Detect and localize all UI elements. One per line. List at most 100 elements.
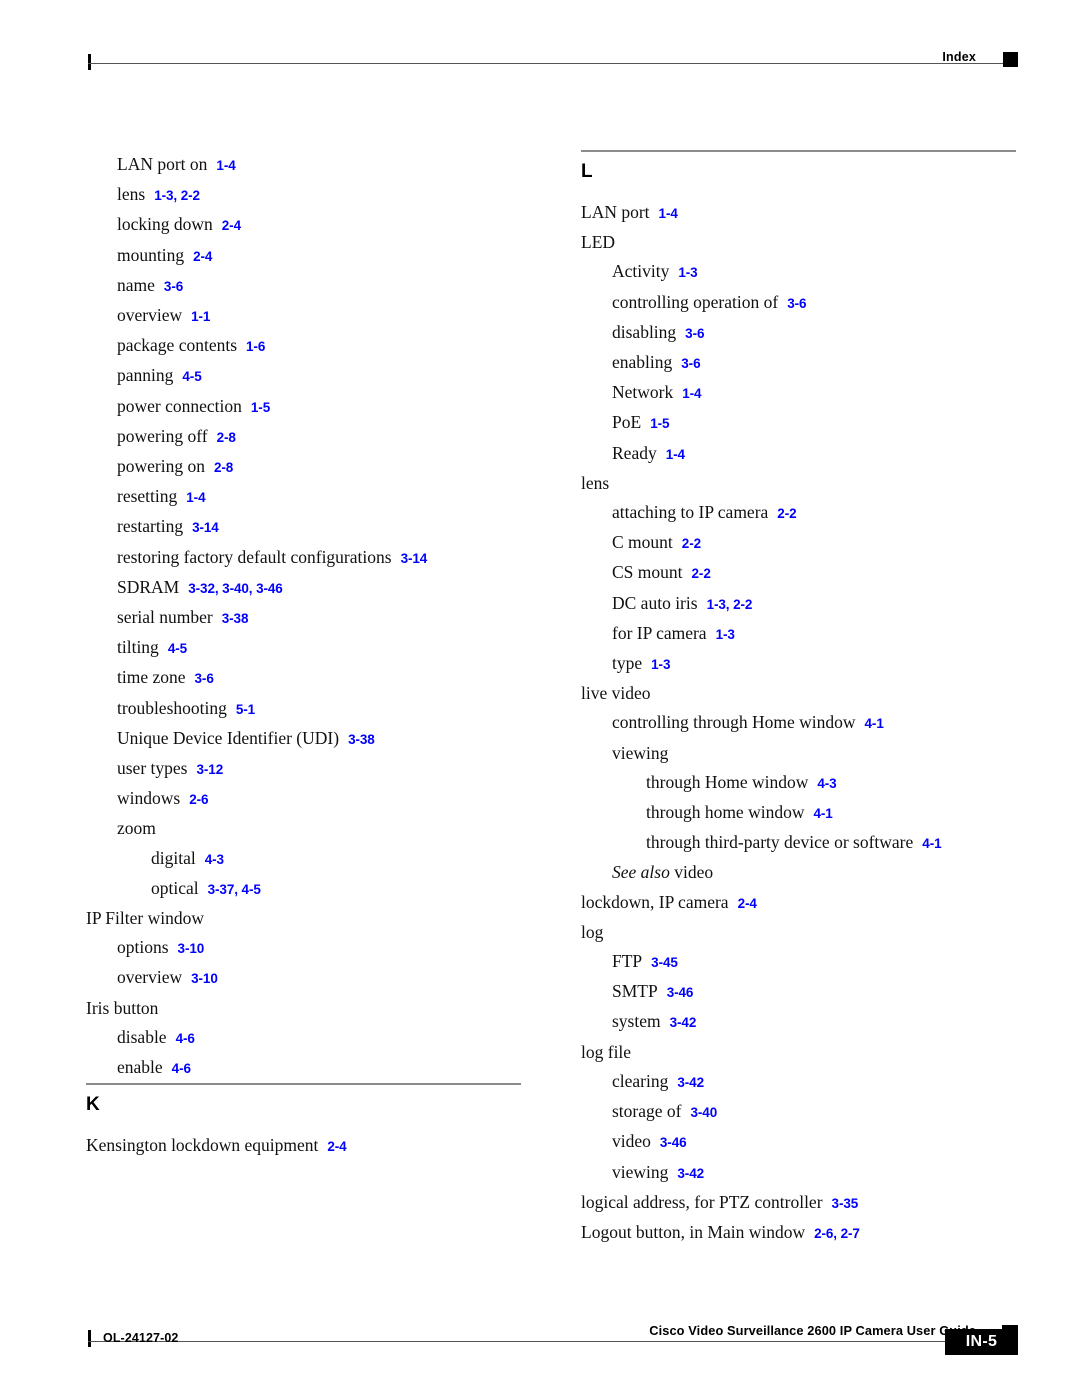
index-page-reference[interactable]: 1-4: [216, 158, 235, 173]
index-entry: optical 3-37, 4-5: [86, 874, 524, 904]
index-page-reference[interactable]: 3-46: [667, 985, 694, 1000]
index-entry-term: FTP: [612, 951, 643, 972]
index-page-reference[interactable]: 2-2: [777, 506, 796, 521]
see-also-label: See also: [612, 862, 670, 883]
index-page-reference[interactable]: 4-6: [176, 1031, 195, 1046]
index-entry: system 3-42: [581, 1007, 1019, 1037]
index-page-reference[interactable]: 3-38: [348, 732, 375, 747]
index-page-reference[interactable]: 3-6: [787, 296, 806, 311]
index-page-reference[interactable]: 4-5: [182, 369, 201, 384]
index-page-reference[interactable]: 1-5: [251, 400, 270, 415]
index-entry: CS mount 2-2: [581, 558, 1019, 588]
index-page-reference[interactable]: 1-3: [678, 265, 697, 280]
header-label: Index: [942, 50, 976, 64]
index-page-reference[interactable]: 3-45: [651, 955, 678, 970]
index-entry: through home window 4-1: [581, 798, 1019, 828]
see-also-target: video: [669, 862, 714, 883]
index-entry-term: Activity: [612, 261, 670, 282]
index-page-reference[interactable]: 2-8: [217, 430, 236, 445]
index-page-reference[interactable]: 1-3: [651, 657, 670, 672]
index-page-reference[interactable]: 3-42: [677, 1075, 704, 1090]
index-page-reference[interactable]: 4-5: [168, 641, 187, 656]
index-page-reference[interactable]: 3-42: [677, 1166, 704, 1181]
index-page-reference[interactable]: 3-46: [660, 1135, 687, 1150]
index-page-reference[interactable]: 3-12: [196, 762, 223, 777]
index-entry-term: storage of: [612, 1101, 682, 1122]
index-entry: log: [581, 918, 1019, 947]
index-entry: FTP 3-45: [581, 947, 1019, 977]
index-entry: LED: [581, 228, 1019, 257]
index-page-reference[interactable]: 2-4: [327, 1139, 346, 1154]
index-page-reference[interactable]: 2-8: [214, 460, 233, 475]
index-entry-term: overview: [117, 967, 183, 988]
index-entry: logical address, for PTZ controller 3-35: [581, 1188, 1019, 1218]
index-page-reference[interactable]: 4-3: [205, 852, 224, 867]
index-page-reference[interactable]: 3-32, 3-40, 3-46: [188, 581, 283, 596]
index-entry-term: digital: [151, 847, 196, 868]
index-page-reference[interactable]: 1-6: [246, 339, 265, 354]
index-page-reference[interactable]: 1-4: [666, 447, 685, 462]
index-entry-term: user types: [117, 758, 188, 779]
index-entry: through third-party device or software 4-…: [581, 828, 1019, 858]
index-entry-term: enable: [117, 1057, 163, 1078]
index-page-reference[interactable]: 2-4: [738, 896, 757, 911]
index-entry-term: mounting: [117, 244, 185, 265]
index-page-reference[interactable]: 2-6: [189, 792, 208, 807]
index-page-reference[interactable]: 3-6: [681, 356, 700, 371]
index-page-reference[interactable]: 4-1: [922, 836, 941, 851]
index-entry-term: windows: [117, 788, 181, 809]
index-page-reference[interactable]: 1-5: [650, 416, 669, 431]
index-entry: time zone 3-6: [86, 663, 524, 693]
index-page-reference[interactable]: 4-3: [817, 776, 836, 791]
index-entry-list-l: LAN port 1-4 LED Activity 1-3 controlling ope…: [581, 198, 1019, 1248]
index-page-reference[interactable]: 4-1: [865, 716, 884, 731]
index-entry-term: PoE: [612, 412, 642, 433]
index-entry: viewing 3-42: [581, 1158, 1019, 1188]
index-page-reference[interactable]: 5-1: [236, 702, 255, 717]
index-entry: attaching to IP camera 2-2: [581, 498, 1019, 528]
index-page-reference[interactable]: 2-4: [193, 249, 212, 264]
index-entry: viewing: [581, 739, 1019, 768]
section-letter-k: K: [86, 1094, 100, 1116]
index-entry: Ready 1-4: [581, 439, 1019, 469]
index-page-reference[interactable]: 2-2: [692, 566, 711, 581]
index-page-reference[interactable]: 1-1: [191, 309, 210, 324]
index-page-reference[interactable]: 3-14: [401, 551, 428, 566]
section-k: K Kensington lockdown equipment 2-4: [86, 1083, 524, 1161]
index-page-reference[interactable]: 3-6: [164, 279, 183, 294]
index-page-reference[interactable]: 1-4: [186, 490, 205, 505]
index-page-reference[interactable]: 3-35: [832, 1196, 859, 1211]
index-page-reference[interactable]: 3-6: [685, 326, 704, 341]
index-entry: windows 2-6: [86, 784, 524, 814]
index-page-reference[interactable]: 2-6, 2-7: [814, 1226, 860, 1241]
index-entry: restoring factory default configurations…: [86, 543, 524, 573]
index-entry-term: package contents: [117, 335, 238, 356]
index-page-reference[interactable]: 3-10: [178, 941, 205, 956]
index-page-reference[interactable]: 1-3, 2-2: [154, 188, 200, 203]
index-page-reference[interactable]: 4-1: [813, 806, 832, 821]
section-letter-l: L: [581, 161, 593, 182]
index-page-reference[interactable]: 1-3, 2-2: [707, 597, 753, 612]
index-entry-term: overview: [117, 305, 183, 326]
index-page-reference[interactable]: 2-2: [682, 536, 701, 551]
index-entry: DC auto iris 1-3, 2-2: [581, 589, 1019, 619]
index-page-reference[interactable]: 4-6: [172, 1061, 191, 1076]
index-page-reference[interactable]: 3-38: [222, 611, 249, 626]
index-page-reference[interactable]: 3-6: [195, 671, 214, 686]
index-page-reference[interactable]: 1-3: [716, 627, 735, 642]
index-entry-term: video: [612, 1131, 651, 1152]
index-page-reference[interactable]: 1-4: [682, 386, 701, 401]
index-entry: powering off 2-8: [86, 422, 524, 452]
index-entry: live video: [581, 679, 1019, 708]
index-entry-term: logical address, for PTZ controller: [581, 1191, 823, 1212]
index-page-reference[interactable]: 1-4: [659, 206, 678, 221]
index-page-reference[interactable]: 3-37, 4-5: [208, 882, 261, 897]
index-page-reference[interactable]: 2-4: [222, 218, 241, 233]
index-page-reference[interactable]: 3-14: [192, 520, 219, 535]
index-page-reference[interactable]: 3-40: [691, 1105, 718, 1120]
index-entry-term: viewing: [612, 1161, 669, 1182]
index-entry: powering on 2-8: [86, 452, 524, 482]
index-entry-term: log file: [581, 1041, 632, 1062]
index-page-reference[interactable]: 3-42: [670, 1015, 697, 1030]
index-page-reference[interactable]: 3-10: [191, 971, 218, 986]
